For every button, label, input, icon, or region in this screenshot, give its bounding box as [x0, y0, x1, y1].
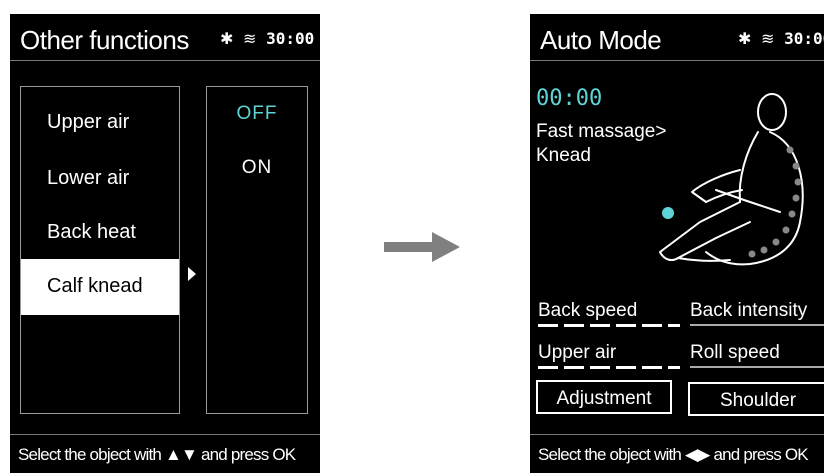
footer-text: Select the object with ▲▼ and press OK: [18, 445, 296, 464]
back-speed-level: [538, 324, 680, 327]
screen-header: Other functions ✱ ≋ 30:00: [10, 14, 320, 61]
screen-title: Other functions: [20, 25, 189, 55]
timer-readout: 30:00: [784, 29, 824, 48]
bluetooth-icon: ✱: [738, 29, 752, 48]
status-bar: ✱ ≋ 30:00: [738, 29, 824, 48]
heat-waves-icon: ≋: [243, 29, 257, 48]
menu-item-label: Back heat: [47, 221, 136, 243]
footer-hint: Select the object with ◀▶ and press OK: [530, 434, 824, 473]
menu-item-upper-air[interactable]: Upper air: [21, 95, 179, 151]
roll-speed-level: [690, 366, 824, 368]
option-off[interactable]: OFF: [207, 103, 307, 125]
menu-item-label: Lower air: [47, 167, 130, 189]
footer-hint: Select the object with ▲▼ and press OK: [10, 434, 320, 473]
status-bar: ✱ ≋ 30:00: [220, 29, 314, 48]
auto-mode-screen: Auto Mode ✱ ≋ 30:00 00:00 Fast massage> …: [530, 14, 824, 473]
setting-back-intensity[interactable]: Back intensity: [690, 300, 807, 322]
footer-text: Select the object with ◀▶ and press OK: [538, 445, 809, 464]
menu-item-label: Calf knead: [47, 275, 143, 297]
other-functions-screen: Other functions ✱ ≋ 30:00 Upper air Lowe…: [10, 14, 320, 473]
shoulder-button[interactable]: Shoulder: [688, 382, 824, 416]
option-on[interactable]: ON: [207, 157, 307, 179]
menu-item-calf-knead[interactable]: Calf knead: [21, 259, 179, 315]
bluetooth-icon: ✱: [220, 29, 234, 48]
elapsed-time: 00:00: [536, 86, 603, 111]
selection-pointer-icon: [188, 267, 196, 281]
function-menu: Upper air Lower air Back heat Calf knead: [20, 86, 180, 414]
option-panel: OFF ON: [206, 86, 308, 414]
setting-roll-speed[interactable]: Roll speed: [690, 342, 780, 364]
screen-header: Auto Mode ✱ ≋ 30:00: [530, 14, 824, 61]
heat-waves-icon: ≋: [761, 29, 775, 48]
screen-title: Auto Mode: [540, 25, 662, 55]
right-arrow-icon: [384, 232, 460, 262]
menu-item-lower-air[interactable]: Lower air: [21, 151, 179, 207]
setting-upper-air[interactable]: Upper air: [538, 342, 616, 364]
massage-chair-figure-icon: [659, 93, 804, 266]
menu-item-back-heat[interactable]: Back heat: [21, 205, 179, 261]
back-intensity-level: [690, 324, 824, 326]
setting-back-speed[interactable]: Back speed: [538, 300, 637, 322]
upper-air-level: [538, 366, 680, 369]
adjustment-button[interactable]: Adjustment: [536, 380, 672, 414]
timer-readout: 30:00: [266, 29, 315, 48]
menu-item-label: Upper air: [47, 111, 130, 133]
